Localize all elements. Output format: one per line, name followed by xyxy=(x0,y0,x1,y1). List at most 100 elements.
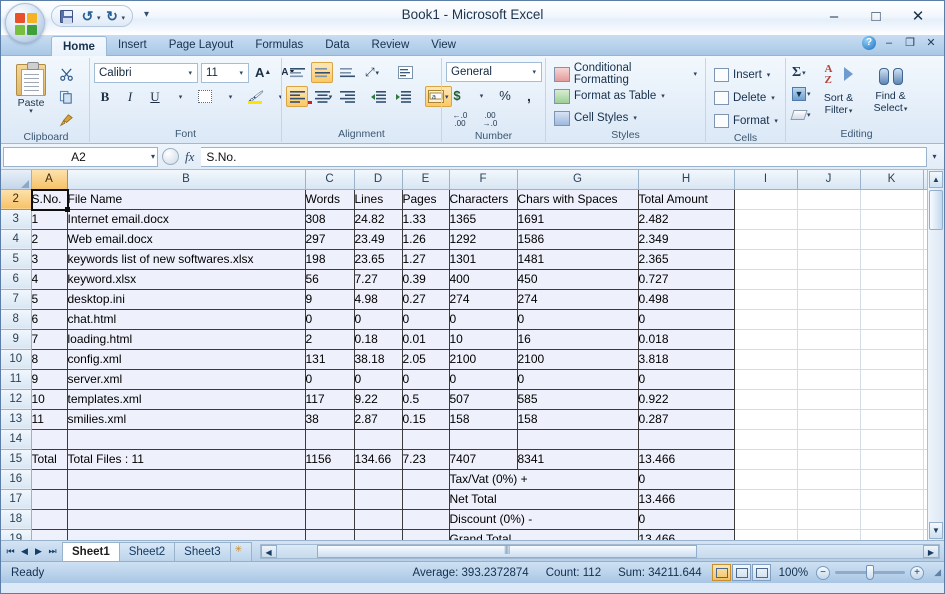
cell-i15[interactable] xyxy=(734,449,798,470)
cell-e16[interactable] xyxy=(402,469,450,490)
cell-k10[interactable] xyxy=(860,349,924,370)
row-header-17[interactable]: 17 xyxy=(1,489,32,510)
row-header-12[interactable]: 12 xyxy=(1,389,32,410)
cell-d2[interactable]: Lines xyxy=(354,188,403,210)
cell-k15[interactable] xyxy=(860,449,924,470)
row-header-6[interactable]: 6 xyxy=(1,269,32,290)
zoom-out-button[interactable]: − xyxy=(816,565,831,580)
cell-i17[interactable] xyxy=(734,489,798,510)
cell-b8[interactable]: chat.html xyxy=(67,309,306,330)
cell-g13[interactable]: 158 xyxy=(517,409,639,430)
row-header-15[interactable]: 15 xyxy=(1,449,32,470)
cell-k11[interactable] xyxy=(860,369,924,390)
increase-indent-button[interactable] xyxy=(392,86,414,107)
cell-a11[interactable]: 9 xyxy=(30,369,68,390)
cell-b10[interactable]: config.xml xyxy=(67,349,306,370)
page-break-preview-button[interactable] xyxy=(751,564,771,581)
cell-b13[interactable]: smilies.xml xyxy=(67,409,306,430)
row-header-14[interactable]: 14 xyxy=(1,429,32,450)
accounting-format-button[interactable]: $ xyxy=(446,85,468,106)
cell-f13[interactable]: 158 xyxy=(449,409,518,430)
cell-i9[interactable] xyxy=(734,329,798,350)
cell-f19-merged[interactable]: Grand Total xyxy=(449,529,639,540)
cell-i5[interactable] xyxy=(734,249,798,270)
cell-a9[interactable]: 7 xyxy=(30,329,68,350)
column-header-a[interactable]: A xyxy=(31,170,68,190)
cell-c17[interactable] xyxy=(305,489,355,510)
cell-b17[interactable] xyxy=(67,489,306,510)
cell-j5[interactable] xyxy=(797,249,861,270)
cell-d19[interactable] xyxy=(354,529,403,540)
page-layout-view-button[interactable] xyxy=(731,564,751,581)
cell-g2[interactable]: Chars with Spaces xyxy=(517,188,639,210)
scroll-right-button[interactable]: ▶ xyxy=(923,544,939,558)
underline-button[interactable]: U xyxy=(144,86,166,107)
clear-button[interactable]: ▾ xyxy=(790,105,813,125)
cell-e4[interactable]: 1.26 xyxy=(402,229,450,250)
cell-i18[interactable] xyxy=(734,509,798,530)
tab-formulas[interactable]: Formulas xyxy=(244,35,314,55)
cell-i19[interactable] xyxy=(734,529,798,540)
name-box[interactable]: A2 ▾ xyxy=(3,146,158,167)
underline-dropdown-button[interactable]: ▾ xyxy=(169,86,191,107)
format-cells-button[interactable]: Format ▾ xyxy=(710,109,782,132)
cell-d13[interactable]: 2.87 xyxy=(354,409,403,430)
align-left-button[interactable] xyxy=(286,86,308,107)
cell-f3[interactable]: 1365 xyxy=(449,209,518,230)
close-workbook-button[interactable]: ✕ xyxy=(923,36,939,50)
column-header-k[interactable]: K xyxy=(860,170,924,190)
cell-b4[interactable]: Web email.docx xyxy=(67,229,306,250)
cell-i3[interactable] xyxy=(734,209,798,230)
cell-b9[interactable]: loading.html xyxy=(67,329,306,350)
row-header-4[interactable]: 4 xyxy=(1,229,32,250)
cell-h3[interactable]: 2.482 xyxy=(638,209,735,230)
cell-j8[interactable] xyxy=(797,309,861,330)
cell-f12[interactable]: 507 xyxy=(449,389,518,410)
cell-a7[interactable]: 5 xyxy=(30,289,68,310)
restore-window-button[interactable]: ❐ xyxy=(902,36,918,50)
cell-j3[interactable] xyxy=(797,209,861,230)
tab-insert[interactable]: Insert xyxy=(107,35,158,55)
vertical-scroll-thumb[interactable] xyxy=(929,190,943,230)
cell-k19[interactable] xyxy=(860,529,924,540)
font-size-combo[interactable]: 11 ▾ xyxy=(201,62,249,83)
cell-j2[interactable] xyxy=(797,189,861,210)
minimize-ribbon-button[interactable]: – xyxy=(881,36,897,50)
cell-h18[interactable]: 0 xyxy=(638,509,735,530)
cell-g15[interactable]: 8341 xyxy=(517,449,639,470)
zoom-level-label[interactable]: 100% xyxy=(779,567,816,579)
cell-a10[interactable]: 8 xyxy=(30,349,68,370)
cell-c5[interactable]: 198 xyxy=(305,249,355,270)
cell-d10[interactable]: 38.18 xyxy=(354,349,403,370)
cell-b12[interactable]: templates.xml xyxy=(67,389,306,410)
cell-e19[interactable] xyxy=(402,529,450,540)
cell-e14[interactable] xyxy=(402,429,450,450)
cell-j12[interactable] xyxy=(797,389,861,410)
cell-a16[interactable] xyxy=(30,469,68,490)
cell-e10[interactable]: 2.05 xyxy=(402,349,450,370)
number-format-combo[interactable]: General ▾ xyxy=(446,62,542,82)
cell-i12[interactable] xyxy=(734,389,798,410)
cell-f7[interactable]: 274 xyxy=(449,289,518,310)
normal-view-button[interactable] xyxy=(711,564,731,581)
tab-page-layout[interactable]: Page Layout xyxy=(158,35,245,55)
top-align-button[interactable] xyxy=(286,62,308,83)
cell-k17[interactable] xyxy=(860,489,924,510)
cell-i10[interactable] xyxy=(734,349,798,370)
cell-d9[interactable]: 0.18 xyxy=(354,329,403,350)
close-button[interactable]: ✕ xyxy=(898,3,938,29)
select-all-corner[interactable] xyxy=(1,170,32,190)
cell-c19[interactable] xyxy=(305,529,355,540)
column-header-c[interactable]: C xyxy=(305,170,355,190)
cancel-formula-button[interactable] xyxy=(162,148,179,165)
insert-function-button[interactable]: fx xyxy=(182,149,197,165)
formula-input[interactable]: S.No. xyxy=(201,146,927,167)
cell-h17[interactable]: 13.466 xyxy=(638,489,735,510)
cell-f8[interactable]: 0 xyxy=(449,309,518,330)
row-header-13[interactable]: 13 xyxy=(1,409,32,430)
cell-a12[interactable]: 10 xyxy=(30,389,68,410)
cell-d6[interactable]: 7.27 xyxy=(354,269,403,290)
column-header-d[interactable]: D xyxy=(354,170,403,190)
cell-j7[interactable] xyxy=(797,289,861,310)
cell-b15[interactable]: Total Files : 11 xyxy=(67,449,306,470)
